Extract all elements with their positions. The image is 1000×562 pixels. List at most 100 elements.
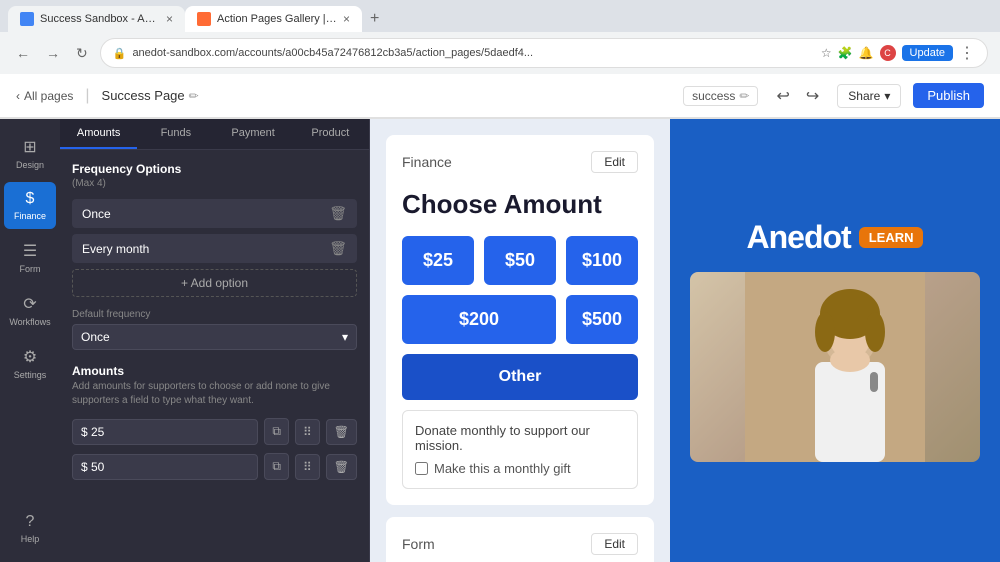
tab-1-close[interactable]: ×: [166, 12, 173, 26]
amount-delete-25[interactable]: 🗑: [326, 419, 357, 445]
top-nav: ‹ All pages | Success Page ✏ success ✏ ↩…: [0, 74, 1000, 118]
status-edit-icon[interactable]: ✏: [739, 89, 749, 103]
amount-btn-other[interactable]: Other: [402, 354, 638, 400]
undo-redo: ↩ ↪: [770, 84, 825, 108]
page-edit-icon[interactable]: ✏: [189, 89, 199, 103]
tab-payment[interactable]: Payment: [215, 119, 292, 149]
undo-button[interactable]: ↩: [770, 84, 795, 108]
app-wrapper: ‹ All pages | Success Page ✏ success ✏ ↩…: [0, 74, 1000, 562]
menu-dots-icon[interactable]: ⋮: [959, 43, 975, 63]
profile-icon: C: [880, 45, 896, 61]
default-freq-label: Default frequency: [72, 309, 357, 320]
tab-1-title: Success Sandbox - Anedot: [40, 13, 160, 25]
lock-icon: 🔒: [113, 47, 127, 60]
section-subtitle: (Max 4): [72, 178, 357, 189]
brand-name: Anedot: [747, 219, 851, 256]
back-to-pages-button[interactable]: ‹ All pages: [16, 89, 73, 103]
amount-btn-50[interactable]: $50: [484, 236, 556, 285]
redo-button[interactable]: ↪: [800, 84, 825, 108]
form-card-title: Form: [402, 536, 435, 552]
page-name-text: Success Page: [102, 88, 185, 103]
new-tab-button[interactable]: +: [362, 6, 387, 32]
sidebar-item-design[interactable]: ⊞ Design: [4, 129, 56, 178]
workflows-icon: ⟳: [23, 294, 36, 314]
learn-badge: LEARN: [859, 227, 924, 248]
form-icon: ☰: [23, 241, 37, 261]
freq-month-label: Every month: [82, 242, 149, 256]
tab-1-favicon: [20, 12, 34, 26]
amount-btn-500[interactable]: $500: [566, 295, 638, 344]
video-placeholder: [690, 272, 980, 462]
amounts-section: Amounts Add amounts for supporters to ch…: [72, 364, 357, 480]
freq-month-delete[interactable]: 🗑: [329, 240, 347, 257]
amounts-title: Amounts: [72, 364, 357, 378]
chevron-down-icon: ▾: [884, 89, 890, 103]
update-button[interactable]: Update: [902, 45, 953, 61]
brand-logo: Anedot LEARN: [747, 219, 924, 256]
star-icon: ☆: [821, 46, 832, 60]
default-freq-select[interactable]: Once ▾: [72, 324, 357, 350]
checkbox-row: Make this a monthly gift: [415, 461, 625, 476]
back-button[interactable]: ←: [12, 43, 34, 63]
amount-btn-25[interactable]: $25: [402, 236, 474, 285]
monthly-gift-checkbox[interactable]: [415, 462, 428, 475]
bottom-area: ⊞ Design $ Finance ☰ Form ⟳ Workflows ⚙ …: [0, 119, 1000, 562]
amount-drag-50[interactable]: ⠿: [295, 454, 320, 480]
chevron-left-icon: ‹: [16, 89, 20, 103]
back-label: All pages: [24, 89, 73, 103]
bell-icon: 🔔: [859, 46, 874, 60]
freq-option-once: Once 🗑: [72, 199, 357, 228]
tab-2-close[interactable]: ×: [343, 12, 350, 26]
add-option-button[interactable]: + Add option: [72, 269, 357, 297]
sidebar-item-finance[interactable]: $ Finance: [4, 182, 56, 229]
panel-content: Frequency Options (Max 4) Once 🗑 Every m…: [60, 150, 369, 500]
form-card-header: Form Edit: [402, 533, 638, 555]
tab-product[interactable]: Product: [292, 119, 369, 149]
amount-input-25[interactable]: [72, 419, 258, 445]
tab-2-title: Action Pages Gallery | Anedot: [217, 13, 337, 25]
design-icon: ⊞: [23, 137, 36, 157]
tab-amounts[interactable]: Amounts: [60, 119, 137, 149]
amount-btn-200[interactable]: $200: [402, 295, 556, 344]
amount-btn-100[interactable]: $100: [566, 236, 638, 285]
amount-copy-50[interactable]: ⧉: [264, 453, 289, 480]
tab-2-favicon: [197, 12, 211, 26]
finance-edit-button[interactable]: Edit: [591, 151, 638, 173]
donate-box: Donate monthly to support our mission. M…: [402, 410, 638, 489]
puzzle-icon: 🧩: [838, 46, 853, 60]
nav-divider: |: [85, 87, 89, 105]
finance-card-header: Finance Edit: [402, 151, 638, 173]
address-icons: ☆ 🧩 🔔 C Update ⋮: [821, 43, 975, 63]
form-edit-button[interactable]: Edit: [591, 533, 638, 555]
tab-1[interactable]: Success Sandbox - Anedot ×: [8, 6, 185, 32]
publish-button[interactable]: Publish: [913, 83, 984, 108]
share-button[interactable]: Share ▾: [837, 84, 901, 108]
amount-row-50: ⧉ ⠿ 🗑: [72, 453, 357, 480]
freq-once-delete[interactable]: 🗑: [329, 205, 347, 222]
tab-2[interactable]: Action Pages Gallery | Anedot ×: [185, 6, 362, 32]
amount-drag-25[interactable]: ⠿: [295, 419, 320, 445]
sidebar-item-help[interactable]: ? Help: [4, 505, 56, 552]
tab-bar: Success Sandbox - Anedot × Action Pages …: [0, 0, 1000, 32]
refresh-button[interactable]: ↻: [72, 43, 92, 64]
sidebar-item-workflows[interactable]: ⟳ Workflows: [4, 286, 56, 335]
amount-delete-50[interactable]: 🗑: [326, 454, 357, 480]
status-badge: success ✏: [683, 86, 758, 106]
finance-card: Finance Edit Choose Amount $25 $50 $100 …: [386, 135, 654, 505]
sidebar-help-label: Help: [21, 534, 40, 544]
sidebar-item-settings[interactable]: ⚙ Settings: [4, 339, 56, 388]
sidebar-finance-label: Finance: [14, 211, 46, 221]
amount-copy-25[interactable]: ⧉: [264, 418, 289, 445]
page-name: Success Page ✏: [102, 88, 199, 103]
top-nav-wrapper: ‹ All pages | Success Page ✏ success ✏ ↩…: [0, 74, 1000, 119]
address-input[interactable]: 🔒 anedot-sandbox.com/accounts/a00cb45a72…: [100, 38, 988, 68]
sidebar-item-form[interactable]: ☰ Form: [4, 233, 56, 282]
tab-funds[interactable]: Funds: [137, 119, 214, 149]
sidebar: ⊞ Design $ Finance ☰ Form ⟳ Workflows ⚙ …: [0, 119, 60, 562]
amount-input-50[interactable]: [72, 454, 258, 480]
browser-chrome: Success Sandbox - Anedot × Action Pages …: [0, 0, 1000, 74]
address-bar: ← → ↻ 🔒 anedot-sandbox.com/accounts/a00c…: [0, 32, 1000, 74]
chevron-down-icon: ▾: [342, 330, 348, 344]
forward-button[interactable]: →: [42, 43, 64, 63]
form-card: Form Edit: [386, 517, 654, 562]
